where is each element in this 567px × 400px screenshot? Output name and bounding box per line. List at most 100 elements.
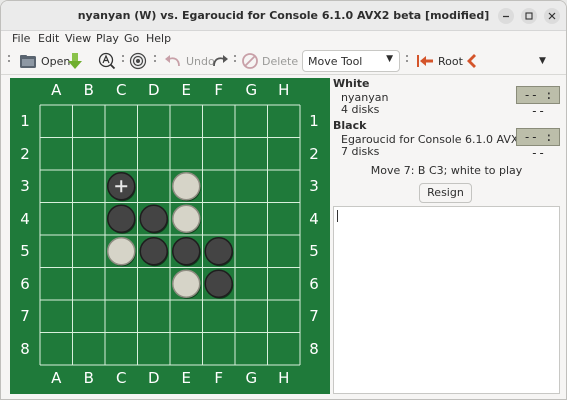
chevron-down-icon: ▼ [386,54,393,64]
maximize-icon [525,12,533,20]
column-label-bottom: D [147,369,160,387]
target-icon [129,52,147,70]
window-title: nyanyan (W) vs. Egaroucid for Console 6.… [77,9,490,22]
black-disk-count: 7 disks [341,145,380,158]
no-entry-icon [242,53,258,69]
row-label-right: 2 [309,144,319,163]
white-disc-c5 [107,237,136,267]
row-label-left: 6 [20,274,30,293]
go-down-button[interactable] [67,52,83,70]
toolbar-grip[interactable] [8,55,10,67]
column-label-top: B [83,81,94,99]
minimize-button[interactable] [498,8,514,24]
black-disc-d5 [139,237,169,267]
menu-file[interactable]: File [12,32,30,45]
column-label-bottom: B [83,369,94,387]
row-label-right: 7 [309,307,319,326]
white-heading: White [333,77,370,90]
app-window: nyanyan (W) vs. Egaroucid for Console 6.… [0,0,567,400]
toolbar: Open Undo Delete Move Tool ▼ Root ▼ [1,47,566,75]
column-label-top: F [214,81,224,99]
white-disc-e6 [172,269,201,299]
column-label-top: G [245,81,258,99]
delete-button[interactable]: Delete [242,52,298,70]
close-icon [548,12,556,20]
black-disc-e5 [172,237,201,267]
column-label-top: A [51,81,62,99]
back-button[interactable] [464,52,478,70]
go-to-root-icon [417,55,433,67]
black-disc-f6 [204,269,234,299]
column-label-bottom: F [214,369,224,387]
text-caret [337,210,338,222]
minimize-icon [503,15,509,18]
menu-bar: File Edit View Play Go Help [1,31,566,47]
black-heading: Black [333,119,367,132]
menu-go[interactable]: Go [124,32,139,45]
column-label-bottom: E [181,369,191,387]
tool-select-value: Move Tool [308,55,363,68]
undo-button[interactable]: Undo [164,52,215,70]
redo-button[interactable] [211,52,229,70]
menu-play[interactable]: Play [96,32,119,45]
undo-icon [165,55,180,67]
toolbar-separator [122,55,124,67]
menu-help[interactable]: Help [146,32,171,45]
row-label-left: 7 [20,307,30,326]
toolbar-separator [154,55,156,67]
arrow-down-icon [68,53,82,69]
comment-text-area[interactable] [333,206,560,394]
toolbar-overflow-button[interactable]: ▼ [539,52,546,70]
row-label-left: 5 [20,242,30,261]
column-label-top: C [116,81,127,99]
open-button[interactable]: Open [19,52,70,70]
analyze-button[interactable] [98,52,116,70]
column-label-bottom: H [278,369,290,387]
black-clock: -- : -- [516,128,560,160]
side-panel: White nyanyan 4 disks -- : -- Black Egar… [333,77,566,395]
delete-label: Delete [262,54,299,68]
column-label-top: D [147,81,160,99]
chevron-down-icon: ▼ [539,56,546,66]
redo-icon [213,55,228,67]
toolbar-separator [406,55,408,67]
resign-button[interactable]: Resign [419,183,472,203]
game-status: Move 7: B C3; white to play [370,164,523,177]
column-label-top: E [181,81,191,99]
maximize-button[interactable] [521,8,537,24]
root-label: Root [438,54,463,68]
game-board[interactable]: A A B B C C D D E E F F G G H H 1 1 2 2 3 3 4 4 5 5 6 6 7 7 8 8 [10,78,330,394]
row-label-left: 8 [20,339,30,358]
black-disc-d4 [139,204,169,234]
row-label-left: 4 [20,209,30,228]
open-label: Open [41,54,71,68]
menu-view[interactable]: View [65,32,91,45]
row-label-right: 8 [309,339,319,358]
folder-icon [20,55,36,68]
analyze-icon [98,52,116,70]
tool-select[interactable]: Move Tool ▼ [302,50,400,72]
row-label-right: 4 [309,209,319,228]
row-label-right: 5 [309,242,319,261]
black-disc-c3 [107,172,136,202]
white-disk-count: 4 disks [341,103,380,116]
row-label-right: 3 [309,177,319,196]
white-disc-e4 [172,204,201,234]
close-button[interactable] [544,8,560,24]
board-grid[interactable] [10,78,330,394]
column-label-top: H [278,81,290,99]
engine-button[interactable] [129,52,147,70]
black-disc-c4 [107,204,136,234]
row-label-right: 1 [309,112,319,131]
column-label-bottom: A [51,369,62,387]
title-bar[interactable]: nyanyan (W) vs. Egaroucid for Console 6.… [1,1,566,31]
column-label-bottom: G [245,369,258,387]
root-button[interactable]: Root [416,52,463,70]
black-disc-f5 [204,237,234,267]
row-label-left: 1 [20,112,30,131]
row-label-left: 2 [20,144,30,163]
white-disc-e3 [172,172,201,202]
row-label-left: 3 [20,177,30,196]
row-label-right: 6 [309,274,319,293]
menu-edit[interactable]: Edit [38,32,59,45]
